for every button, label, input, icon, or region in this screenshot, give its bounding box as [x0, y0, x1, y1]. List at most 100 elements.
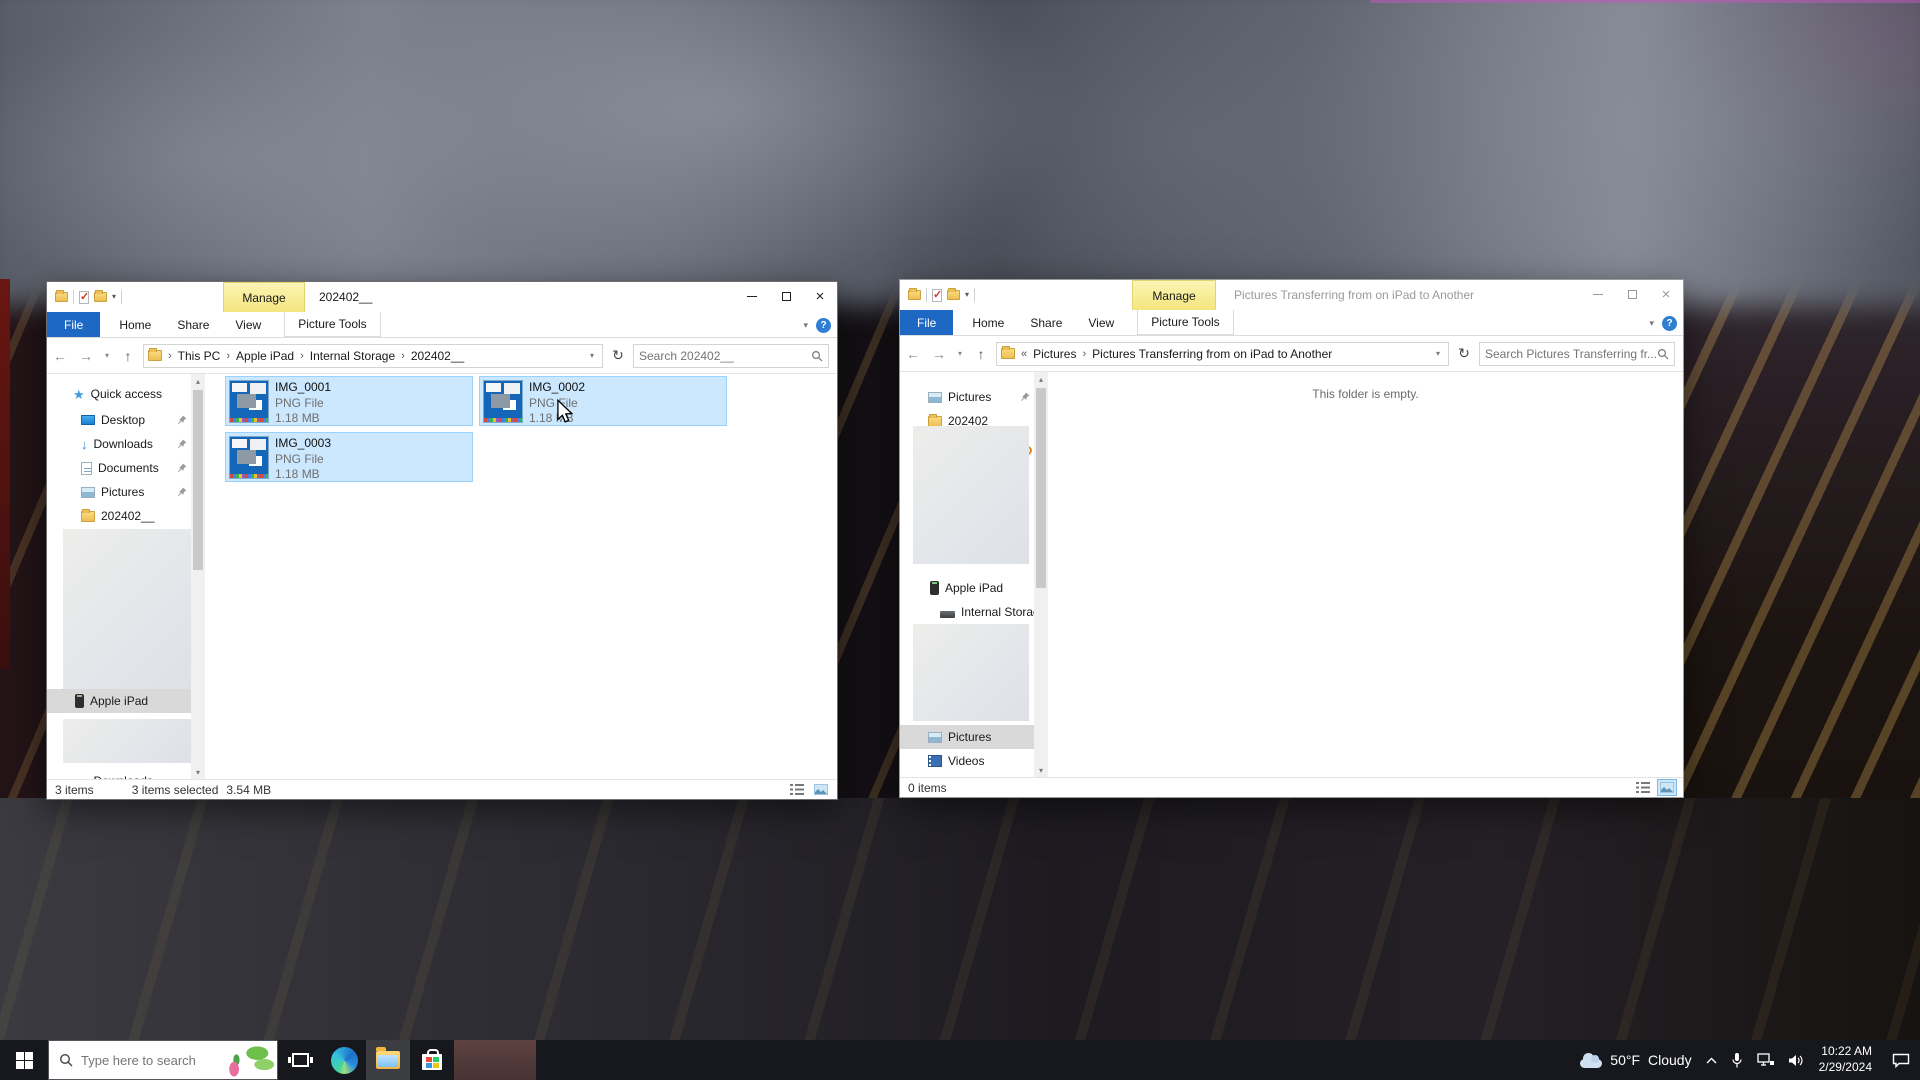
breadcrumb-pictures[interactable]: Pictures [1033, 347, 1076, 361]
sidebar-scrollbar[interactable]: ▴ ▾ [191, 374, 205, 779]
close-button[interactable]: × [1649, 280, 1683, 309]
scrollbar-thumb[interactable] [1036, 388, 1046, 588]
close-button[interactable]: × [803, 282, 837, 311]
breadcrumb-internal-storage[interactable]: Internal Storage [310, 349, 395, 363]
refresh-icon[interactable]: ↻ [1453, 343, 1475, 365]
scroll-up-icon[interactable]: ▴ [1034, 372, 1048, 386]
recent-locations-caret-icon[interactable]: ▾ [954, 343, 966, 365]
breadcrumb-overflow-chevrons[interactable]: « [1017, 348, 1031, 360]
tab-file[interactable]: File [47, 312, 100, 337]
sidebar-item-apple-ipad[interactable]: Apple iPad [47, 689, 191, 713]
edge-button[interactable] [322, 1040, 366, 1080]
breadcrumb-this-pc[interactable]: This PC [178, 349, 221, 363]
tab-share[interactable]: Share [1017, 310, 1075, 335]
back-button[interactable]: ← [902, 343, 924, 365]
sidebar-item-pictures[interactable]: Pictures [47, 480, 191, 504]
minimize-button[interactable] [1581, 280, 1615, 309]
search-input[interactable] [1485, 347, 1657, 361]
file-list[interactable]: IMG_0001 PNG File 1.18 MB IMG_0002 PNG F… [205, 374, 837, 779]
file-tile-img-0003[interactable]: IMG_0003 PNG File 1.18 MB [225, 432, 473, 482]
file-tile-img-0002[interactable]: IMG_0002 PNG File 1.18 MB [479, 376, 727, 426]
large-icons-view-icon[interactable] [811, 781, 831, 798]
properties-check-icon[interactable] [932, 289, 942, 302]
sidebar-item-pictures[interactable]: Pictures [900, 385, 1034, 409]
start-button[interactable] [0, 1040, 48, 1080]
new-folder-icon[interactable] [94, 292, 107, 302]
tab-picture-tools[interactable]: Picture Tools [1137, 310, 1233, 335]
sidebar-item-pictures-selected[interactable]: Pictures [900, 725, 1034, 749]
qat-customize-caret-icon[interactable]: ▾ [965, 291, 969, 299]
weather-widget[interactable]: 50°F Cloudy [1580, 1052, 1691, 1068]
tab-home[interactable]: Home [959, 310, 1017, 335]
back-button[interactable]: ← [49, 345, 71, 367]
scroll-down-icon[interactable]: ▾ [191, 765, 205, 779]
large-icons-view-icon[interactable] [1657, 779, 1677, 796]
breadcrumb-202402[interactable]: 202402__ [411, 349, 464, 363]
help-icon[interactable]: ? [816, 318, 831, 333]
volume-tray-button[interactable] [1788, 1054, 1805, 1067]
tab-view[interactable]: View [222, 312, 274, 337]
sidebar-item-documents[interactable]: Documents [47, 456, 191, 480]
title-bar[interactable]: ▾ Manage 202402__ × [47, 282, 837, 312]
new-folder-icon[interactable] [947, 290, 960, 300]
sidebar-scrollbar[interactable]: ▴ ▾ [1034, 372, 1048, 777]
manage-ribbon-tab[interactable]: Manage [223, 282, 305, 312]
address-dropdown-caret-icon[interactable]: ▾ [586, 351, 598, 360]
folder-icon[interactable] [908, 290, 921, 300]
show-hidden-icons-button[interactable] [1706, 1057, 1717, 1064]
details-view-icon[interactable] [787, 781, 807, 798]
taskbar-search-input[interactable] [81, 1053, 211, 1068]
breadcrumb[interactable]: › This PC › Apple iPad › Internal Storag… [143, 344, 603, 368]
sidebar-item-202402[interactable]: 202402__ [47, 504, 191, 528]
maximize-button[interactable] [769, 282, 803, 311]
clock[interactable]: 10:22 AM 2/29/2024 [1819, 1044, 1872, 1075]
scrollbar-thumb[interactable] [193, 390, 203, 570]
up-button[interactable]: ↑ [117, 345, 139, 367]
properties-check-icon[interactable] [79, 291, 89, 304]
tab-picture-tools[interactable]: Picture Tools [284, 312, 380, 337]
sidebar-item-apple-ipad[interactable]: Apple iPad [900, 576, 1034, 600]
maximize-button[interactable] [1615, 280, 1649, 309]
action-center-button[interactable] [1892, 1053, 1910, 1068]
tab-view[interactable]: View [1075, 310, 1127, 335]
title-bar[interactable]: ▾ Manage Pictures Transferring from on i… [900, 280, 1683, 310]
help-icon[interactable]: ? [1662, 316, 1677, 331]
task-view-button[interactable] [278, 1040, 322, 1080]
sidebar-item-desktop[interactable]: Desktop [47, 408, 191, 432]
tab-share[interactable]: Share [164, 312, 222, 337]
microsoft-store-button[interactable] [410, 1040, 454, 1080]
refresh-icon[interactable]: ↻ [607, 345, 629, 367]
sidebar-item-downloads[interactable]: ↓ Downloads [47, 432, 191, 456]
breadcrumb-apple-ipad[interactable]: Apple iPad [236, 349, 294, 363]
tab-file[interactable]: File [900, 310, 953, 335]
file-tile-img-0001[interactable]: IMG_0001 PNG File 1.18 MB [225, 376, 473, 426]
forward-button[interactable]: → [75, 345, 97, 367]
search-box[interactable] [1479, 342, 1675, 366]
ribbon-expand-caret-icon[interactable]: ▾ [1649, 318, 1654, 329]
sidebar-item-quick-access[interactable]: ★ Quick access [47, 382, 191, 406]
search-input[interactable] [639, 349, 811, 363]
up-button[interactable]: ↑ [970, 343, 992, 365]
breadcrumb-transfer-folder[interactable]: Pictures Transferring from on iPad to An… [1092, 347, 1332, 361]
network-tray-button[interactable] [1757, 1053, 1774, 1067]
sidebar-item-videos[interactable]: Videos [900, 749, 1034, 773]
sidebar-item-downloads-partial[interactable]: ↓ Downloads [47, 769, 191, 779]
search-box[interactable] [633, 344, 829, 368]
file-list-empty[interactable]: This folder is empty. [1048, 372, 1683, 777]
folder-icon[interactable] [55, 292, 68, 302]
sidebar-item-internal-storage[interactable]: Internal Storage [900, 600, 1034, 624]
minimize-button[interactable] [735, 282, 769, 311]
microphone-tray-button[interactable] [1731, 1052, 1743, 1069]
tab-home[interactable]: Home [106, 312, 164, 337]
breadcrumb[interactable]: « Pictures › Pictures Transferring from … [996, 342, 1449, 366]
details-view-icon[interactable] [1633, 779, 1653, 796]
file-explorer-button[interactable] [366, 1040, 410, 1080]
manage-ribbon-tab[interactable]: Manage [1132, 280, 1216, 310]
taskbar-search-box[interactable] [48, 1040, 278, 1080]
qat-customize-caret-icon[interactable]: ▾ [112, 293, 116, 301]
search-highlight-image[interactable] [219, 1041, 277, 1079]
scroll-down-icon[interactable]: ▾ [1034, 763, 1048, 777]
scroll-up-icon[interactable]: ▴ [191, 374, 205, 388]
recent-locations-caret-icon[interactable]: ▾ [101, 345, 113, 367]
ribbon-expand-caret-icon[interactable]: ▾ [803, 320, 808, 331]
